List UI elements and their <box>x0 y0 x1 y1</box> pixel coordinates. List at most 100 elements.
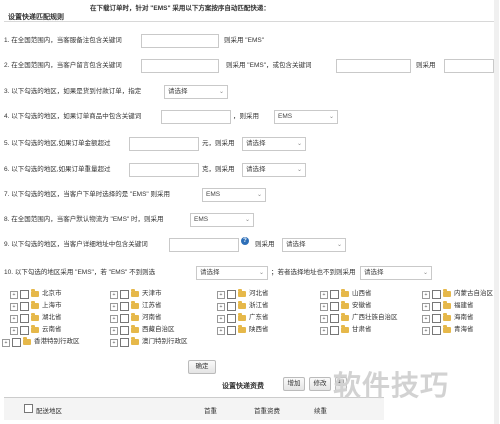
expand-icon[interactable]: + <box>110 291 118 299</box>
region-label: 云南省 <box>42 326 62 333</box>
folder-icon <box>31 301 39 309</box>
rule-2-text: 2. 在全国范围内，当客户留言包含关键词 <box>4 62 122 69</box>
expand-icon[interactable]: + <box>110 315 118 323</box>
region-checkbox[interactable] <box>120 326 129 335</box>
rule-9-suffix: 则采用 <box>255 241 275 248</box>
edit-button[interactable]: 修改 <box>309 377 331 391</box>
rule-2-keyword-input-3[interactable] <box>444 59 494 73</box>
rule-5-text: 5. 以下勾选的地区,如果订单金额超过 <box>4 140 111 147</box>
rule-5-amount-input[interactable] <box>129 137 199 151</box>
rule-7-text: 7. 以下勾选的地区，当客户下单时选择的是 "EMS" 则采用 <box>4 191 171 198</box>
rule-5-select-value: 请选择 <box>246 140 266 147</box>
region-checkbox[interactable] <box>330 302 339 311</box>
chevron-down-icon: ⌄ <box>258 270 264 276</box>
rule-1-keyword-input[interactable] <box>141 34 219 48</box>
confirm-button[interactable]: 确定 <box>188 360 216 374</box>
expand-icon[interactable]: + <box>320 303 328 311</box>
region-checkbox[interactable] <box>227 290 236 299</box>
folder-icon <box>31 313 39 321</box>
rule-6-weight-input[interactable] <box>129 163 199 177</box>
region-checkbox[interactable] <box>120 302 129 311</box>
region-checkbox[interactable] <box>227 314 236 323</box>
region-label: 上海市 <box>42 302 62 309</box>
expand-icon[interactable]: + <box>320 327 328 335</box>
region-checkbox[interactable] <box>330 326 339 335</box>
chevron-down-icon: ⌄ <box>244 217 250 223</box>
expand-icon[interactable]: + <box>10 303 18 311</box>
region-checkbox[interactable] <box>120 290 129 299</box>
rule-9: 9. 以下勾选的地区，当客户详细地址中包含关键词 ? 则采用 请选择 ⌄ <box>4 236 494 254</box>
expand-icon[interactable]: + <box>320 315 328 323</box>
region-checkbox[interactable] <box>432 302 441 311</box>
expand-icon[interactable]: + <box>110 339 118 347</box>
col-extra-weight: 续重 <box>314 408 327 415</box>
region-checkbox[interactable] <box>432 314 441 323</box>
region-checkbox[interactable] <box>20 314 29 323</box>
folder-icon <box>238 301 246 309</box>
expand-icon[interactable]: + <box>10 327 18 335</box>
region-checkbox[interactable] <box>120 314 129 323</box>
col-first-weight: 首重 <box>204 408 217 415</box>
expand-icon[interactable]: + <box>422 315 430 323</box>
rule-10-select-2[interactable]: 请选择 ⌄ <box>360 266 432 280</box>
expand-icon[interactable]: + <box>422 327 430 335</box>
select-all-checkbox[interactable] <box>24 404 33 413</box>
expand-icon[interactable]: + <box>110 327 118 335</box>
rule-8-select[interactable]: EMS ⌄ <box>190 213 254 227</box>
rule-10-select-1[interactable]: 请选择 ⌄ <box>196 266 268 280</box>
region-checkbox[interactable] <box>20 326 29 335</box>
rule-1: 1. 在全国范围内，当客服备注包含关键词 则采用 "EMS" <box>4 32 494 50</box>
region-checkbox[interactable] <box>120 338 129 347</box>
region-label: 陕西省 <box>249 326 269 333</box>
rule-2-keyword-input-2[interactable] <box>336 59 411 73</box>
rule-4-select-value: EMS <box>278 113 293 120</box>
fee-table-header: 配送地区 首重 首重资费 续重 <box>4 397 384 420</box>
rule-8-text: 8. 在全国范围内，当客户默认物流为 "EMS" 时，则采用 <box>4 216 164 223</box>
expand-icon[interactable]: + <box>217 303 225 311</box>
expand-icon[interactable]: + <box>10 291 18 299</box>
region-checkbox[interactable] <box>20 290 29 299</box>
expand-icon[interactable]: + <box>110 303 118 311</box>
region-checkbox[interactable] <box>227 302 236 311</box>
region-checkbox[interactable] <box>330 314 339 323</box>
scrollbar[interactable] <box>494 0 499 424</box>
rule-5-select[interactable]: 请选择 ⌄ <box>242 137 306 151</box>
rule-2-keyword-input-1[interactable] <box>141 59 219 73</box>
rule-4-suffix: ，则采用 <box>233 113 259 120</box>
expand-icon[interactable]: + <box>217 291 225 299</box>
expand-icon[interactable]: + <box>2 339 10 347</box>
header-note: 在下载订单时，针对 "EMS" 采用以下方案按序自动匹配快递： <box>90 5 270 12</box>
expand-icon[interactable]: + <box>422 303 430 311</box>
region-checkbox[interactable] <box>330 290 339 299</box>
expand-icon[interactable]: + <box>320 291 328 299</box>
rule-6-select[interactable]: 请选择 ⌄ <box>242 163 306 177</box>
region-label: 江苏省 <box>142 302 162 309</box>
rule-6-suffix: 克，则采用 <box>202 166 235 173</box>
chevron-down-icon: ⌄ <box>218 89 224 95</box>
region-label: 广西壮族自治区 <box>352 314 398 321</box>
expand-icon[interactable]: + <box>10 315 18 323</box>
add-button[interactable]: 增加 <box>283 377 305 391</box>
expand-icon[interactable]: + <box>217 315 225 323</box>
folder-icon <box>443 313 451 321</box>
region-checkbox[interactable] <box>227 326 236 335</box>
region-checkbox[interactable] <box>432 326 441 335</box>
rule-3-select[interactable]: 请选择 ⌄ <box>164 85 228 99</box>
expand-icon[interactable]: + <box>217 327 225 335</box>
rule-6-text: 6. 以下勾选的地区,如果订单重量超过 <box>4 166 111 173</box>
rule-9-select[interactable]: 请选择 ⌄ <box>282 238 346 252</box>
folder-icon <box>131 289 139 297</box>
expand-icon[interactable]: + <box>422 291 430 299</box>
region-tree: + 北京市 + 天津市 + 河北省 + 山西省 + 内蒙古自治区 + 上海市 + 江苏省 + 浙江省 + 安徽省 +… <box>2 285 496 357</box>
rule-9-address-keyword-input[interactable] <box>169 238 239 252</box>
region-checkbox[interactable] <box>20 302 29 311</box>
help-icon[interactable]: ? <box>241 237 249 245</box>
rules-header: 在下载订单时，针对 "EMS" 采用以下方案按序自动匹配快递： 设置快递匹配规则 <box>0 0 500 24</box>
region-checkbox[interactable] <box>432 290 441 299</box>
rule-4-keyword-input[interactable] <box>161 110 231 124</box>
rule-4-select[interactable]: EMS ⌄ <box>274 110 338 124</box>
folder-icon <box>131 325 139 333</box>
rule-2-mid: 则采用 "EMS"，或包含关键词 <box>226 62 312 69</box>
rule-7-select[interactable]: EMS ⌄ <box>202 188 266 202</box>
region-checkbox[interactable] <box>12 338 21 347</box>
